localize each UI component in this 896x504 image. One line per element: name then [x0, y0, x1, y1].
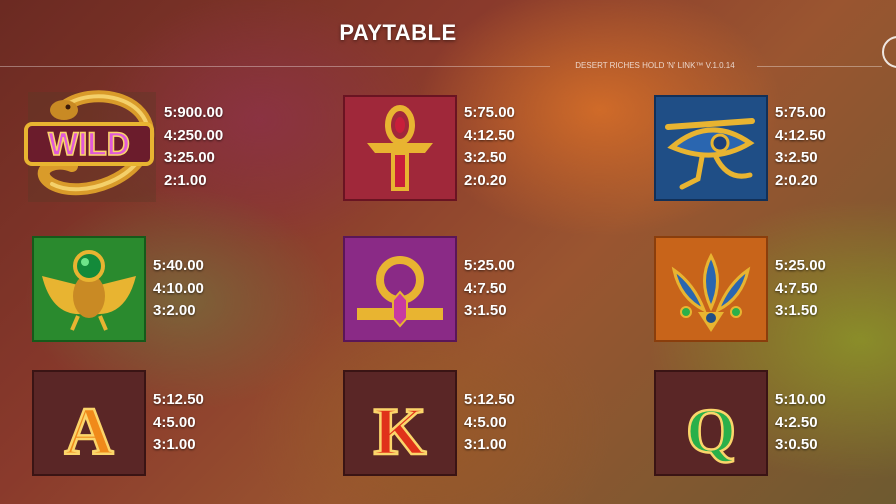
scarab-icon [32, 236, 146, 342]
pay-value: 3:2.50 [464, 149, 507, 167]
page-title: PAYTABLE [339, 20, 457, 45]
letter-k-icon: K [343, 370, 457, 476]
pay-list: 5:75.00 4:12.50 3:2.50 2:0.20 [464, 102, 515, 193]
pay-value: 5:25.00 [775, 257, 826, 274]
pay-value: 4:12.50 [464, 126, 515, 144]
pay-value: 4:2.50 [775, 413, 818, 431]
pay-list: 5:75.00 4:12.50 3:2.50 2:0.20 [775, 102, 826, 193]
pay-value: 4:5.00 [153, 413, 196, 431]
game-version: DESERT RICHES HOLD 'N' LINK™ V.1.0.14 [575, 61, 735, 70]
eye-of-horus-icon [654, 95, 768, 201]
pay-value: 4:12.50 [775, 126, 826, 144]
letter-a-icon: A [32, 370, 146, 476]
pay-list: 5:12.50 4:5.00 3:1.00 [153, 389, 204, 457]
lotus-icon [654, 236, 768, 342]
header-divider-right [757, 66, 882, 67]
pay-value: 4:250.00 [164, 126, 224, 144]
pay-value: 3:1.00 [464, 436, 507, 454]
pay-value: 4:5.00 [464, 413, 507, 431]
pay-value: 2:0.20 [775, 172, 818, 190]
pay-value: 3:1.00 [153, 436, 196, 454]
pay-value: 4:7.50 [464, 279, 507, 297]
pay-list: 5:40.00 4:10.00 3:2.00 [153, 255, 204, 323]
pay-value: 3:25.00 [164, 149, 215, 167]
shen-ring-icon [343, 236, 457, 342]
pay-value: 3:1.50 [775, 302, 818, 320]
pay-value: 3:0.50 [775, 436, 818, 454]
header-divider-left [0, 66, 550, 67]
svg-text:K: K [374, 393, 427, 469]
pay-value: 2:0.20 [464, 172, 507, 190]
wild-snake-icon: WILD [22, 88, 160, 206]
letter-q-icon: Q [654, 370, 768, 476]
pay-value: 3:2.50 [775, 149, 818, 167]
pay-value: 4:10.00 [153, 279, 204, 297]
pay-value: 5:900.00 [164, 104, 224, 121]
pay-value: 5:75.00 [775, 104, 826, 121]
pay-value: 3:2.00 [153, 302, 196, 320]
pay-value: 4:7.50 [775, 279, 818, 297]
pay-value: 5:12.50 [153, 391, 204, 408]
pay-list: 5:12.50 4:5.00 3:1.00 [464, 389, 515, 457]
pay-list: 5:900.00 4:250.00 3:25.00 2:1.00 [164, 102, 223, 193]
pay-list: 5:25.00 4:7.50 3:1.50 [464, 255, 515, 323]
svg-text:Q: Q [686, 395, 736, 466]
pay-value: 5:25.00 [464, 257, 515, 274]
pay-value: 5:12.50 [464, 391, 515, 408]
pay-value: 5:75.00 [464, 104, 515, 121]
close-button[interactable] [882, 36, 896, 68]
pay-value: 3:1.50 [464, 302, 507, 320]
pay-list: 5:10.00 4:2.50 3:0.50 [775, 389, 826, 457]
wild-label: WILD [48, 126, 130, 162]
pay-value: 2:1.00 [164, 172, 207, 190]
pay-value: 5:40.00 [153, 257, 204, 274]
pay-list: 5:25.00 4:7.50 3:1.50 [775, 255, 826, 323]
ankh-icon [343, 95, 457, 201]
pay-value: 5:10.00 [775, 391, 826, 408]
svg-text:A: A [64, 393, 113, 469]
